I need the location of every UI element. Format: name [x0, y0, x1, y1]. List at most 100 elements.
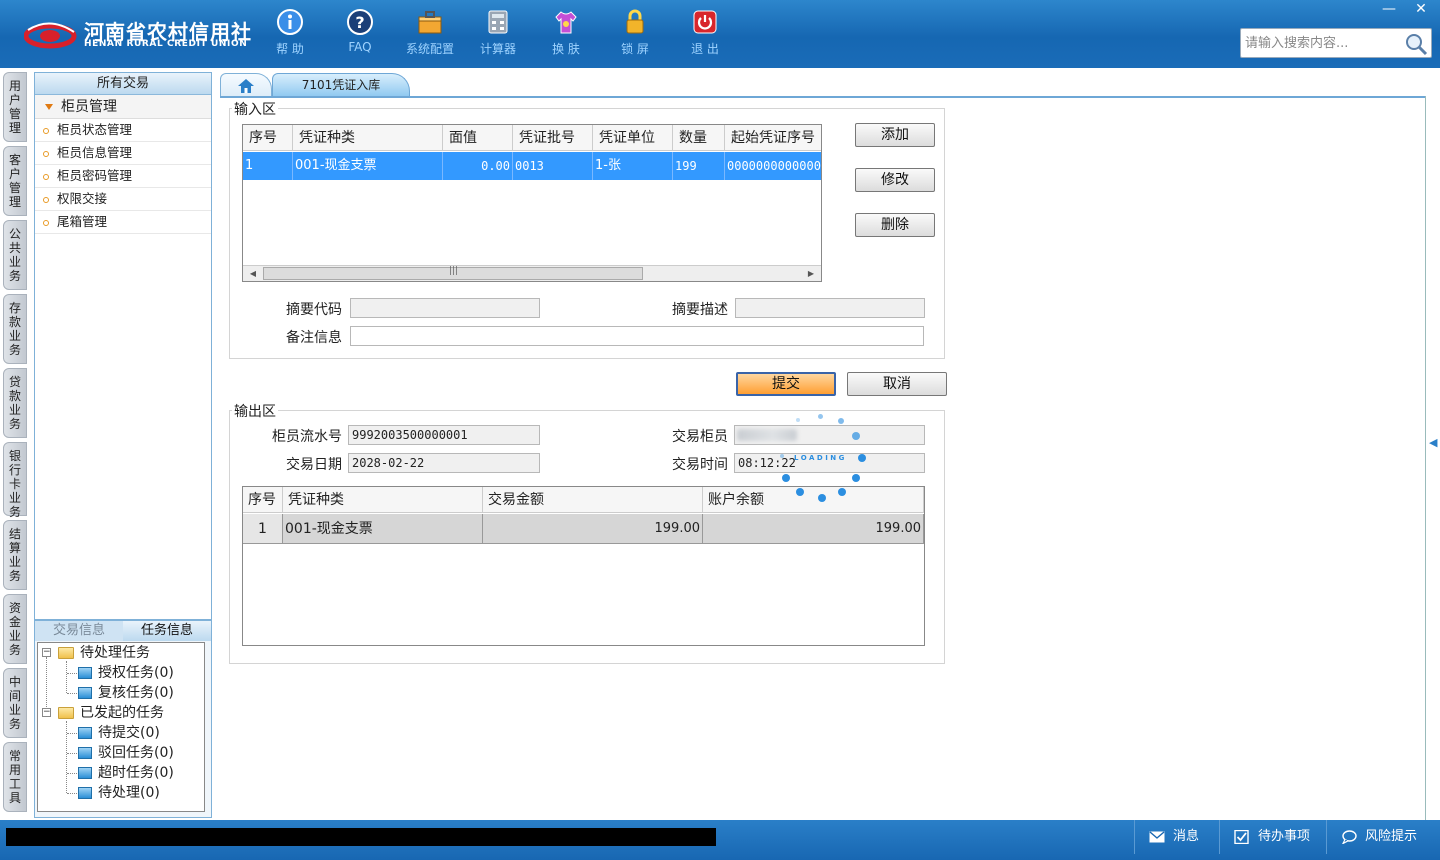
collapse-arrow-icon[interactable]: ◀ [1429, 436, 1437, 450]
collapse-toggle[interactable]: − [42, 708, 51, 717]
expand-triangle-icon [45, 104, 53, 110]
exit-button[interactable]: 退 出 [673, 8, 737, 62]
faq-button[interactable]: ? FAQ [328, 8, 392, 62]
summary-code-input[interactable] [350, 298, 540, 318]
column-header: 面值 [443, 125, 513, 151]
task-tree: − 待处理任务 授权任务(0) 复核任务(0) − 已发起的任务 待提交(0) … [37, 642, 205, 812]
vtab-common-tools[interactable]: 常用工具 [3, 742, 27, 812]
vtab-settlement-business[interactable]: 结算业务 [3, 520, 27, 590]
submit-button[interactable]: 提交 [736, 372, 836, 396]
lock-screen-button[interactable]: 锁 屏 [603, 8, 667, 62]
scroll-left-icon[interactable]: ◀ [245, 267, 261, 281]
menu-item-teller-password[interactable]: 柜员密码管理 [35, 165, 211, 188]
tree-node-authorization[interactable]: 授权任务(0) [98, 663, 174, 683]
vtab-customer-management[interactable]: 客户管理 [3, 146, 27, 216]
trade-date-label: 交易日期 [286, 457, 342, 473]
logo-mark-icon [24, 22, 77, 49]
bullet-icon [43, 196, 49, 203]
collapse-toggle[interactable]: − [42, 648, 51, 657]
tree-node-rejected[interactable]: 驳回任务(0) [98, 743, 174, 763]
exit-label: 退 出 [691, 42, 719, 56]
cancel-button[interactable]: 取消 [847, 372, 947, 396]
tree-connector [67, 793, 77, 794]
vtab-deposit-business[interactable]: 存款业务 [3, 294, 27, 364]
vtab-loan-business[interactable]: 贷款业务 [3, 368, 27, 438]
cell-type: 001-现金支票 [293, 152, 443, 180]
column-header: 序号 [243, 125, 293, 151]
calculator-icon [488, 10, 508, 34]
vtab-label: 客户管理 [8, 153, 21, 209]
tab-home[interactable] [220, 73, 272, 97]
spinner-dot [796, 488, 804, 496]
search-icon[interactable] [1404, 32, 1428, 56]
tree-node-pending[interactable]: 待处理任务 [80, 643, 150, 663]
calculator-button[interactable]: 计算器 [466, 8, 530, 62]
tree-node-initiated[interactable]: 已发起的任务 [80, 703, 164, 723]
menu-item-tail-box[interactable]: 尾箱管理 [35, 211, 211, 234]
question-icon: ? [347, 9, 373, 35]
search-input[interactable] [1243, 31, 1403, 55]
vtab-user-management[interactable]: 用户管理 [3, 72, 27, 142]
add-button[interactable]: 添加 [855, 123, 935, 147]
vtab-intermediary-business[interactable]: 中间业务 [3, 668, 27, 738]
close-window-button[interactable]: ✕ [1406, 0, 1436, 18]
tab-voucher-inbound[interactable]: 7101凭证入库 [272, 73, 410, 97]
tree-node-to-submit[interactable]: 待提交(0) [98, 723, 160, 743]
menu-item-teller-status[interactable]: 柜员状态管理 [35, 119, 211, 142]
vtab-label: 存款业务 [8, 301, 21, 357]
vtab-label: 中间业务 [8, 675, 21, 731]
vtab-label: 银行卡业务 [8, 449, 21, 519]
tree-connector [66, 661, 67, 693]
minimize-button[interactable]: — [1374, 0, 1404, 18]
tree-node-timeout[interactable]: 超时任务(0) [98, 763, 174, 783]
vtab-bank-card-business[interactable]: 银行卡业务 [3, 442, 27, 519]
modify-button[interactable]: 修改 [855, 168, 935, 192]
system-config-button[interactable]: 系统配置 [398, 8, 462, 62]
vtab-fund-business[interactable]: 资金业务 [3, 594, 27, 664]
remark-input[interactable] [350, 326, 924, 346]
tab-task-info[interactable]: 任务信息 [123, 621, 211, 641]
vtab-label: 公共业务 [8, 227, 21, 283]
envelope-icon [1149, 830, 1165, 842]
loading-spinner: LOADING [778, 410, 870, 506]
vtab-label: 资金业务 [8, 601, 21, 657]
messages-button[interactable]: 消息 [1134, 820, 1230, 854]
todo-button[interactable]: 待办事项 [1219, 820, 1323, 854]
spinner-dot [780, 454, 784, 458]
summary-desc-input[interactable] [735, 298, 925, 318]
help-button[interactable]: 帮 助 [258, 8, 322, 62]
input-area-legend: 输入区 [232, 99, 278, 119]
tree-node-to-process[interactable]: 待处理(0) [98, 783, 160, 803]
menu-group-teller[interactable]: 柜员管理 [35, 95, 211, 119]
summary-desc-label: 摘要描述 [672, 302, 728, 318]
voucher-input-grid: 序号 凭证种类 面值 凭证批号 凭证单位 数量 起始凭证序号 1 001-现金支… [242, 124, 822, 282]
teller-serial-label: 柜员流水号 [272, 429, 342, 445]
spinner-dot [796, 418, 800, 422]
tree-node-review[interactable]: 复核任务(0) [98, 683, 174, 703]
horizontal-scrollbar[interactable]: ◀ ||| ▶ [243, 265, 821, 281]
menu-header: 所有交易 [35, 73, 211, 95]
cell-balance: 199.00 [703, 514, 924, 544]
tree-connector [67, 693, 77, 694]
scroll-right-icon[interactable]: ▶ [803, 267, 819, 281]
column-header: 交易金额 [483, 487, 703, 513]
delete-button[interactable]: 删除 [855, 213, 935, 237]
tab-transaction-info[interactable]: 交易信息 [35, 621, 123, 641]
menu-item-teller-info[interactable]: 柜员信息管理 [35, 142, 211, 165]
menu-item-permission-handover[interactable]: 权限交接 [35, 188, 211, 211]
column-header: 凭证种类 [283, 487, 483, 513]
cell-qty: 199 [673, 152, 725, 180]
folder-icon [58, 647, 74, 659]
bullet-icon [43, 127, 49, 134]
change-skin-button[interactable]: 换 肤 [534, 8, 598, 62]
column-header: 序号 [243, 487, 283, 513]
scrollbar-thumb[interactable]: ||| [263, 266, 643, 280]
todo-label: 待办事项 [1258, 829, 1311, 844]
summary-code-label: 摘要代码 [286, 302, 342, 318]
tree-connector [67, 753, 77, 754]
vtab-public-business[interactable]: 公共业务 [3, 220, 27, 290]
cell-face-value: 0.00 [443, 152, 513, 180]
risk-alerts-button[interactable]: 风险提示 [1326, 820, 1440, 854]
power-icon [693, 10, 717, 34]
tree-connector [67, 733, 77, 734]
